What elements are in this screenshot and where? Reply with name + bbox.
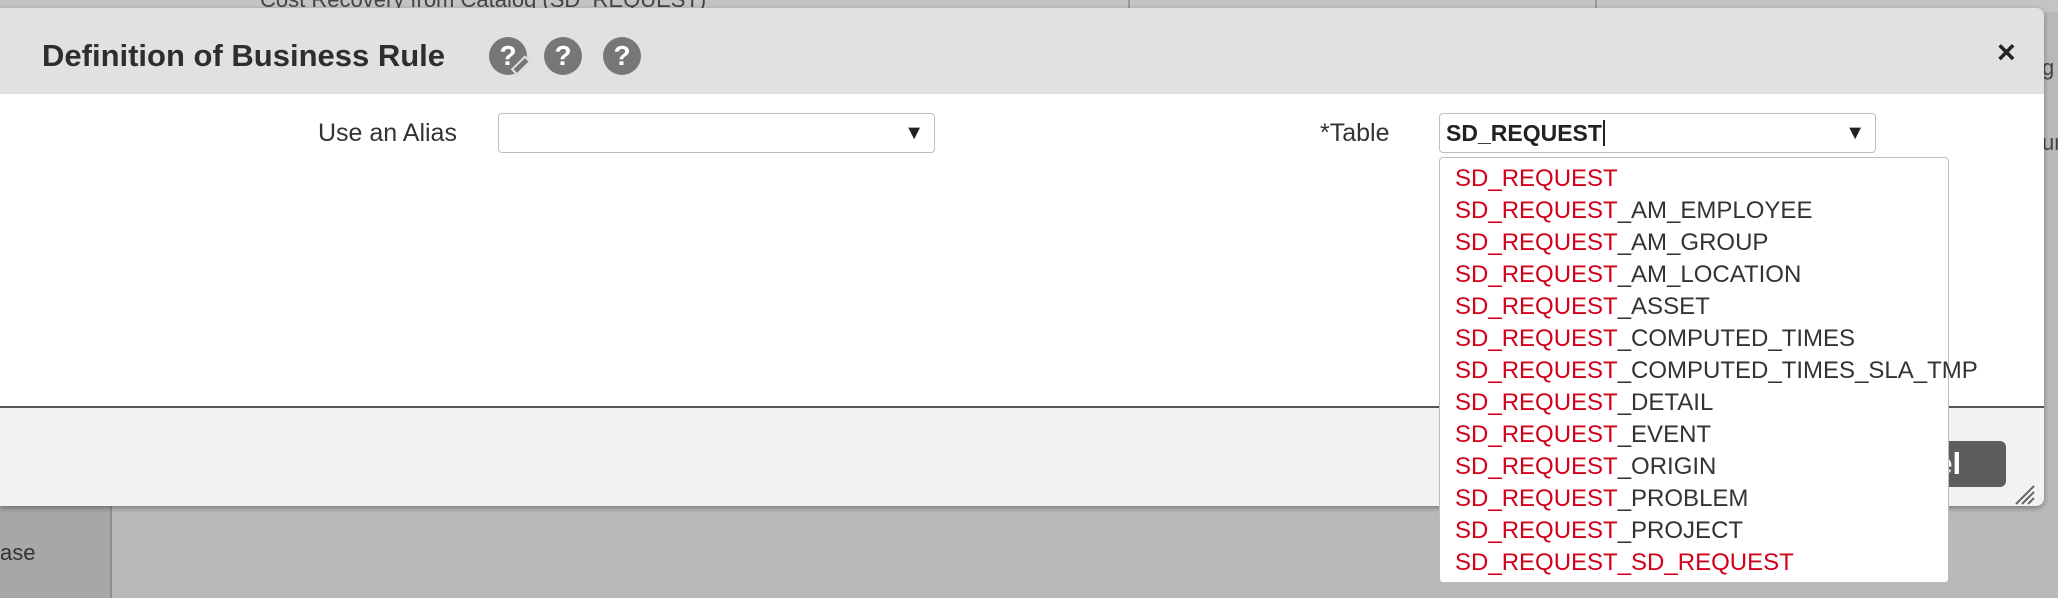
list-item-rest: _AM_LOCATION bbox=[1617, 261, 1802, 288]
list-item-rest: _EVENT bbox=[1617, 421, 1712, 448]
table-select-input[interactable]: SD_REQUEST bbox=[1446, 120, 1605, 147]
table-select[interactable]: SD_REQUEST ▼ bbox=[1439, 113, 1876, 153]
dialog-header: Definition of Business Rule ? ? ? × bbox=[0, 8, 2044, 94]
list-item[interactable]: SD_REQUEST bbox=[1440, 163, 1948, 195]
list-item[interactable]: SD_REQUEST_AM_GROUP bbox=[1440, 227, 1948, 259]
list-item-rest: _AM_EMPLOYEE bbox=[1617, 197, 1813, 224]
table-autocomplete-list: SD_REQUEST SD_REQUEST_AM_EMPLOYEE SD_REQ… bbox=[1439, 157, 1978, 583]
help-glyph: ? bbox=[554, 40, 572, 71]
resize-grip-icon[interactable] bbox=[2014, 484, 2036, 506]
table-label: *Table bbox=[1320, 119, 1390, 147]
help-glyph: ? bbox=[613, 40, 631, 71]
list-item-rest: _COMPUTED_TIMES_SLA_TMP bbox=[1617, 357, 1978, 384]
list-item[interactable]: SD_REQUEST_AM_EMPLOYEE bbox=[1440, 195, 1948, 227]
list-item-rest: _AM_GROUP bbox=[1617, 229, 1769, 256]
alias-label: Use an Alias bbox=[318, 119, 457, 147]
list-item-rest: _ASSET bbox=[1617, 293, 1710, 320]
list-item-match: SD_REQUEST bbox=[1455, 549, 1618, 576]
list-item-rest: _PROBLEM bbox=[1617, 485, 1749, 512]
list-item[interactable]: SD_REQUEST_COMPUTED_TIMES_SLA_TMP bbox=[1440, 355, 1978, 387]
chevron-down-icon[interactable]: ▼ bbox=[904, 122, 924, 145]
list-item[interactable]: SD_REQUEST_SD_REQUEST bbox=[1440, 547, 1948, 579]
list-item-rest: _PROJECT bbox=[1617, 517, 1744, 544]
list-item-rest: _DETAIL bbox=[1617, 389, 1714, 416]
list-item-rest: _SD_REQUEST bbox=[1617, 549, 1794, 576]
help-icon[interactable]: ? bbox=[544, 37, 582, 75]
edit-help-icon[interactable]: ? bbox=[489, 37, 532, 76]
list-item-match: SD_REQUEST bbox=[1455, 261, 1618, 288]
list-item-match: SD_REQUEST bbox=[1455, 517, 1618, 544]
text-caret bbox=[1602, 120, 1605, 146]
list-item[interactable]: SD_REQUEST_AM_LOCATION bbox=[1440, 259, 1948, 291]
list-item-rest: _ORIGIN bbox=[1617, 453, 1717, 480]
background-sidebar-text: ase bbox=[0, 540, 36, 565]
list-item[interactable]: SD_REQUEST_PROJECT bbox=[1440, 515, 1948, 547]
list-item-match: SD_REQUEST bbox=[1455, 165, 1618, 192]
list-item-rest: _COMPUTED_TIMES bbox=[1617, 325, 1856, 352]
alias-select[interactable]: ▼ bbox=[498, 113, 935, 153]
list-item-match: SD_REQUEST bbox=[1455, 389, 1618, 416]
table-select-value: SD_REQUEST bbox=[1446, 120, 1602, 146]
list-item-match: SD_REQUEST bbox=[1455, 421, 1618, 448]
close-icon[interactable]: × bbox=[1997, 34, 2016, 71]
background-right-text: ur bbox=[2042, 130, 2058, 155]
list-item[interactable]: SD_REQUEST_DETAIL bbox=[1440, 387, 1948, 419]
list-item-match: SD_REQUEST bbox=[1455, 293, 1618, 320]
list-item-match: SD_REQUEST bbox=[1455, 325, 1618, 352]
list-item[interactable]: SD_REQUEST_EVENT bbox=[1440, 419, 1948, 451]
list-item[interactable]: SD_REQUEST_PROBLEM bbox=[1440, 483, 1948, 515]
chevron-down-icon[interactable]: ▼ bbox=[1845, 122, 1865, 145]
list-item[interactable]: SD_REQUEST_ASSET bbox=[1440, 291, 1948, 323]
list-item-match: SD_REQUEST bbox=[1455, 453, 1618, 480]
help-icon[interactable]: ? bbox=[603, 37, 641, 75]
list-item-match: SD_REQUEST bbox=[1455, 357, 1618, 384]
list-item-match: SD_REQUEST bbox=[1455, 229, 1618, 256]
list-item[interactable]: SD_REQUEST_COMPUTED_TIMES bbox=[1440, 323, 1948, 355]
list-item-match: SD_REQUEST bbox=[1455, 197, 1618, 224]
dialog-title: Definition of Business Rule bbox=[42, 38, 446, 73]
list-item-match: SD_REQUEST bbox=[1455, 485, 1618, 512]
list-item[interactable]: SD_REQUEST_ORIGIN bbox=[1440, 451, 1948, 483]
